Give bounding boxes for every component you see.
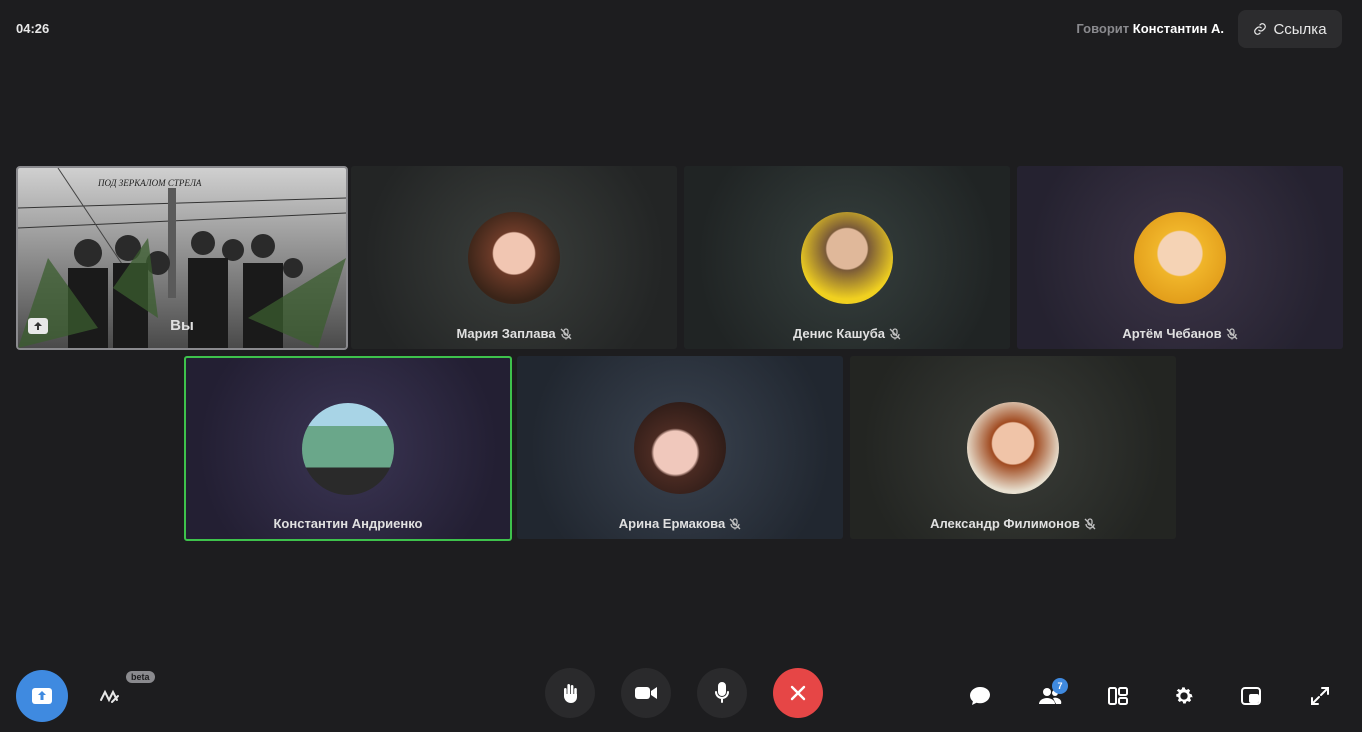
mic-off-icon: [1226, 327, 1238, 339]
participant-tile[interactable]: Александр Филимонов: [850, 356, 1176, 539]
whiteboard-button[interactable]: [92, 678, 128, 714]
picture-in-picture-button[interactable]: [1233, 678, 1269, 714]
layout-button[interactable]: [1100, 678, 1136, 714]
self-label: Вы: [170, 317, 194, 334]
participant-name: Константин Андриенко: [273, 516, 423, 531]
chat-button[interactable]: [962, 678, 998, 714]
avatar: [302, 402, 394, 495]
participants-count-badge: 7: [1052, 678, 1068, 694]
mic-off-icon: [889, 327, 901, 339]
participant-name: Денис Кашуба: [793, 326, 885, 341]
mic-off-icon: [560, 327, 572, 339]
speaking-name: Константин А.: [1132, 21, 1224, 36]
camera-button[interactable]: [621, 668, 671, 718]
participant-tile[interactable]: Мария Заплава: [351, 166, 677, 349]
end-call-button[interactable]: [773, 668, 823, 718]
participant-name: Арина Ермакова: [618, 516, 726, 531]
avatar: [1134, 211, 1226, 304]
participant-tile[interactable]: Артём Чебанов: [1017, 166, 1343, 349]
avatar: [801, 211, 893, 304]
raise-hand-button[interactable]: [545, 668, 595, 718]
gear-icon: [1176, 687, 1193, 704]
copy-link-label: Ссылка: [1273, 20, 1327, 38]
settings-button[interactable]: [1166, 678, 1202, 714]
mic-off-icon: [1084, 517, 1096, 529]
avatar: [468, 211, 560, 304]
svg-text:ПОД ЗЕРКАЛОМ СТРЕЛА: ПОД ЗЕРКАЛОМ СТРЕЛА: [97, 178, 202, 188]
screen-share-icon: [32, 688, 52, 704]
layout-icon: [1108, 687, 1128, 705]
fullscreen-icon: [1311, 687, 1329, 705]
microphone-icon: [715, 682, 729, 703]
camera-icon: [635, 687, 657, 699]
participant-name: Мария Заплава: [456, 326, 556, 341]
chat-icon: [970, 687, 990, 705]
microphone-button[interactable]: [697, 668, 747, 718]
copy-link-button[interactable]: Ссылка: [1238, 10, 1342, 48]
avatar: [634, 401, 726, 494]
avatar: [967, 401, 1059, 494]
beta-badge: beta: [126, 671, 155, 683]
participant-tile-speaking[interactable]: Константин Андриенко: [184, 356, 512, 541]
call-timer: 04:26: [16, 21, 50, 36]
self-video-tile[interactable]: ПОД ЗЕРКАЛОМ СТРЕЛА Вы: [16, 166, 348, 350]
participant-tile[interactable]: Арина Ермакова: [517, 356, 843, 539]
link-icon: [1254, 23, 1267, 35]
participant-name: Артём Чебанов: [1122, 326, 1222, 341]
screen-share-button[interactable]: [16, 670, 68, 722]
participant-tile[interactable]: Денис Кашуба: [684, 166, 1010, 349]
participant-name: Александр Филимонов: [930, 516, 1080, 531]
speaking-indicator: Говорит Константин А.: [1076, 21, 1224, 36]
fullscreen-button[interactable]: [1302, 678, 1338, 714]
picture-in-picture-icon: [1241, 687, 1261, 705]
hand-icon: [564, 684, 577, 703]
speaking-prefix: Говорит: [1076, 21, 1130, 36]
mic-off-icon: [729, 517, 741, 529]
close-icon: [790, 685, 806, 701]
whiteboard-icon: [100, 689, 119, 703]
